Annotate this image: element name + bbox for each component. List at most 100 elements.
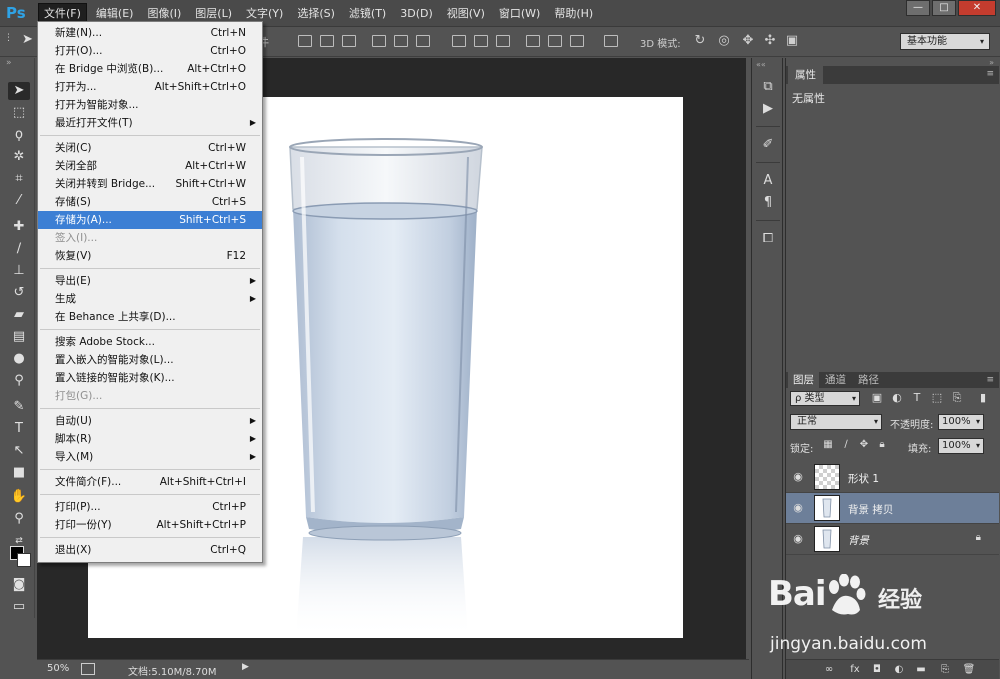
3d-slide-icon[interactable]: ✣ (762, 33, 778, 49)
menu-item[interactable]: 视图(V) (442, 3, 490, 24)
filter-pixel-icon[interactable]: ▣ (870, 391, 884, 405)
character-panel-icon[interactable]: A (758, 172, 778, 190)
layer-comps-icon[interactable]: ⧠ (758, 230, 778, 248)
align-hcenter-icon[interactable] (394, 35, 408, 47)
3d-pan-icon[interactable]: ✥ (740, 33, 756, 49)
3d-roll-icon[interactable]: ◎ (716, 33, 732, 49)
3d-scale-icon[interactable]: ▣ (784, 33, 800, 49)
file-menu-item[interactable]: 搜索 Adobe Stock... (38, 333, 262, 351)
file-menu-item[interactable]: 新建(N)... Ctrl+N (38, 24, 262, 42)
lock-image-icon[interactable]: ∕ (840, 439, 852, 451)
file-menu-item[interactable]: 打印一份(Y) Alt+Shift+Ctrl+P (38, 516, 262, 534)
crop-tool-icon[interactable]: ⌗ (8, 170, 30, 188)
menu-item[interactable]: 滤镜(T) (344, 3, 391, 24)
file-menu-item[interactable]: 关闭并转到 Bridge... Shift+Ctrl+W (38, 175, 262, 193)
toolbar-collapse-icon[interactable]: » (2, 58, 35, 72)
menu-item[interactable]: 帮助(H) (549, 3, 598, 24)
layer-filter-select[interactable]: ρ 类型 ▾ (790, 391, 860, 406)
file-menu-item[interactable]: 导出(E) ▶ (38, 272, 262, 290)
file-menu-item[interactable]: 打印(P)... Ctrl+P (38, 498, 262, 516)
layer-thumbnail[interactable] (814, 495, 840, 521)
brush-tool-icon[interactable]: ∕ (8, 240, 30, 258)
fill-input[interactable]: 100% ▾ (938, 438, 984, 454)
lasso-tool-icon[interactable]: ϙ (8, 126, 30, 144)
tab-layers[interactable]: 图层 (788, 372, 819, 388)
filter-adjustment-icon[interactable]: ◐ (890, 391, 904, 405)
file-menu-item[interactable]: 退出(X) Ctrl+Q (38, 541, 262, 559)
menu-item[interactable]: 3D(D) (395, 3, 438, 24)
layers-panel-menu-icon[interactable]: ≡ (986, 375, 994, 385)
actions-panel-icon[interactable]: ▶ (758, 100, 778, 118)
distribute-bottom-icon[interactable] (496, 35, 510, 47)
file-menu-item[interactable]: 打开为智能对象... (38, 96, 262, 114)
distribute-hcenter-icon[interactable] (548, 35, 562, 47)
lock-position-icon[interactable]: ✥ (858, 439, 870, 451)
filter-type-icon[interactable]: T (910, 391, 924, 405)
file-menu-item[interactable]: 关闭全部 Alt+Ctrl+W (38, 157, 262, 175)
align-top-icon[interactable] (298, 35, 312, 47)
maximize-button[interactable]: □ (932, 0, 956, 16)
pen-tool-icon[interactable]: ✎ (8, 398, 30, 416)
file-menu-item[interactable]: 关闭(C) Ctrl+W (38, 139, 262, 157)
marquee-tool-icon[interactable]: ⬚ (8, 104, 30, 122)
file-menu-item[interactable]: 自动(U) ▶ (38, 412, 262, 430)
lock-transparent-icon[interactable]: ▦ (822, 439, 834, 451)
dock-collapse-icon[interactable]: «« (756, 60, 766, 69)
file-menu-item[interactable]: 脚本(R) ▶ (38, 430, 262, 448)
layer-row[interactable]: ◉ 形状 1 (786, 462, 999, 493)
layer-row[interactable]: ◉ 背景 🔒︎ (786, 524, 999, 555)
align-bottom-icon[interactable] (342, 35, 356, 47)
3d-rotate-icon[interactable]: ↻ (692, 33, 708, 49)
file-menu-item[interactable]: 置入链接的智能对象(K)... (38, 369, 262, 387)
eraser-tool-icon[interactable]: ▰ (8, 306, 30, 324)
file-menu-item[interactable]: 存储(S) Ctrl+S (38, 193, 262, 211)
tab-properties[interactable]: 属性 (788, 66, 823, 84)
screen-mode-icon[interactable]: ▭ (8, 598, 30, 616)
file-menu-item[interactable]: 生成 ▶ (38, 290, 262, 308)
distribute-top-icon[interactable] (452, 35, 466, 47)
file-menu-item[interactable]: 在 Bridge 中浏览(B)... Alt+Ctrl+O (38, 60, 262, 78)
new-group-icon[interactable]: ▬ (914, 663, 928, 677)
dodge-tool-icon[interactable]: ⚲ (8, 372, 30, 390)
distribute-right-icon[interactable] (570, 35, 584, 47)
delete-layer-icon[interactable]: 🗑︎ (962, 663, 976, 677)
auto-align-icon[interactable] (604, 35, 618, 47)
healing-brush-tool-icon[interactable]: ✚ (8, 218, 30, 236)
file-menu-item[interactable]: 打开(O)... Ctrl+O (38, 42, 262, 60)
history-brush-tool-icon[interactable]: ↺ (8, 284, 30, 302)
move-tool-icon[interactable]: ➤ (8, 82, 30, 100)
filter-toggle-icon[interactable]: ▮ (976, 391, 990, 405)
minimize-button[interactable]: — (906, 0, 930, 16)
zoom-level[interactable]: 50% (47, 663, 69, 674)
workspace-select[interactable]: 基本功能 ▾ (900, 33, 990, 50)
file-menu-item[interactable]: 导入(M) ▶ (38, 448, 262, 466)
history-panel-icon[interactable]: ⧉ (758, 78, 778, 96)
layer-thumbnail[interactable] (814, 464, 840, 490)
file-menu-item[interactable]: 恢复(V) F12 (38, 247, 262, 265)
new-adjustment-icon[interactable]: ◐ (892, 663, 906, 677)
distribute-left-icon[interactable] (526, 35, 540, 47)
distribute-vcenter-icon[interactable] (474, 35, 488, 47)
magic-wand-tool-icon[interactable]: ✲ (8, 148, 30, 166)
filter-shape-icon[interactable]: ⬚ (930, 391, 944, 405)
paragraph-panel-icon[interactable]: ¶ (758, 194, 778, 212)
layer-thumbnail[interactable] (814, 526, 840, 552)
file-menu-item[interactable]: 最近打开文件(T) ▶ (38, 114, 262, 132)
tab-channels[interactable]: 通道 (820, 372, 851, 388)
rectangle-tool-icon[interactable]: ■ (8, 464, 30, 482)
tab-paths[interactable]: 路径 (853, 372, 884, 388)
file-menu-item[interactable]: 置入嵌入的智能对象(L)... (38, 351, 262, 369)
layer-row[interactable]: ◉ 背景 拷贝 (786, 493, 999, 524)
blend-mode-select[interactable]: 正常 ▾ (790, 414, 882, 430)
share-icon[interactable] (81, 663, 95, 675)
menu-item[interactable]: 窗口(W) (494, 3, 545, 24)
move-tool-preset-icon[interactable]: ➤ (22, 32, 33, 47)
lock-all-icon[interactable]: 🔒︎ (876, 439, 888, 451)
blur-tool-icon[interactable]: ● (8, 350, 30, 368)
add-mask-icon[interactable]: ◘ (870, 663, 884, 677)
type-tool-icon[interactable]: T (8, 420, 30, 438)
file-menu-item[interactable]: 打开为... Alt+Shift+Ctrl+O (38, 78, 262, 96)
clone-stamp-tool-icon[interactable]: ⊥ (8, 262, 30, 280)
new-layer-icon[interactable]: ⎘ (938, 663, 952, 677)
menu-item[interactable]: 选择(S) (292, 3, 340, 24)
